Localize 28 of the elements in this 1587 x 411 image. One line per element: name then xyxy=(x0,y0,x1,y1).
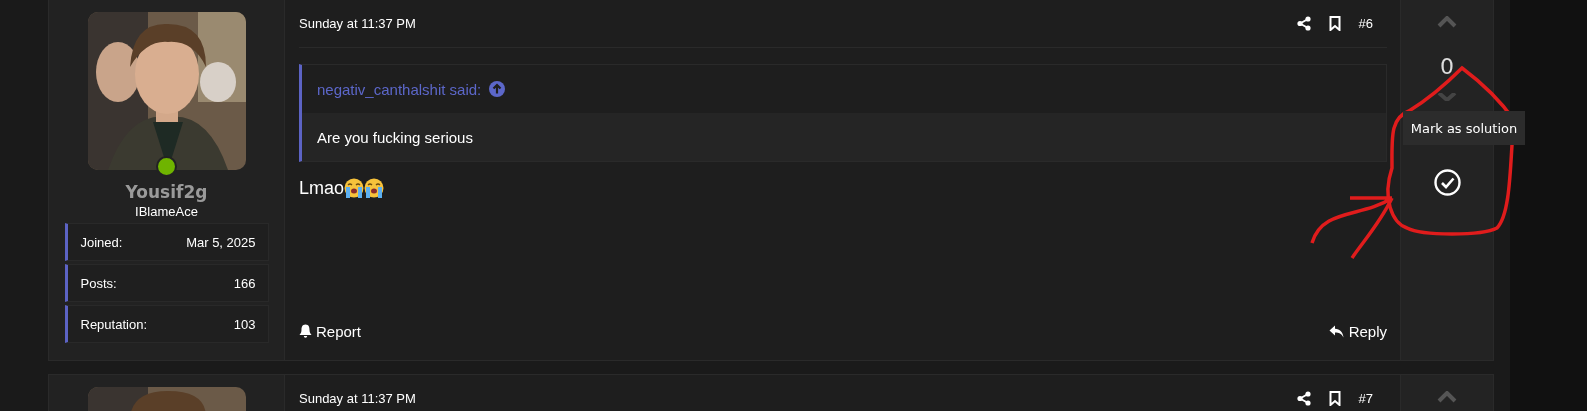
bell-icon xyxy=(299,324,312,338)
quote-text: Are you fucking serious xyxy=(317,128,473,146)
post-date[interactable]: Sunday at 11:37 PM xyxy=(299,16,416,31)
share-icon[interactable] xyxy=(1296,391,1311,406)
stat-label: Joined: xyxy=(80,234,123,250)
check-circle-icon[interactable] xyxy=(1433,169,1461,196)
report-link[interactable]: Report xyxy=(299,322,362,340)
vote-score: 0 xyxy=(1440,54,1454,79)
stat-value: Mar 5, 2025 xyxy=(186,234,256,250)
reply-arrow-icon xyxy=(1328,324,1345,338)
username-link[interactable]: Yousif2g xyxy=(125,182,208,202)
bookmark-icon[interactable] xyxy=(1328,16,1341,31)
post-date[interactable]: Sunday at 11:37 PM xyxy=(299,391,416,406)
user-title: IBlameAce xyxy=(135,204,198,219)
post-number-link[interactable]: #7 xyxy=(1358,391,1373,406)
crying-face-icon xyxy=(364,178,385,198)
share-icon[interactable] xyxy=(1296,16,1311,31)
post-number-link[interactable]: #6 xyxy=(1358,16,1373,31)
tooltip: Mark as solution xyxy=(1403,111,1525,145)
crying-face-icon xyxy=(344,178,365,198)
reply-link[interactable]: Reply xyxy=(1328,322,1387,340)
stat-value: 166 xyxy=(233,275,256,291)
bookmark-icon[interactable] xyxy=(1328,391,1341,406)
stat-label: Posts: xyxy=(80,275,117,291)
stat-value: 103 xyxy=(233,316,256,332)
stat-label: Reputation: xyxy=(80,316,147,332)
arrow-up-circle-icon[interactable] xyxy=(489,81,506,97)
post-text: Lmao xyxy=(299,177,345,199)
